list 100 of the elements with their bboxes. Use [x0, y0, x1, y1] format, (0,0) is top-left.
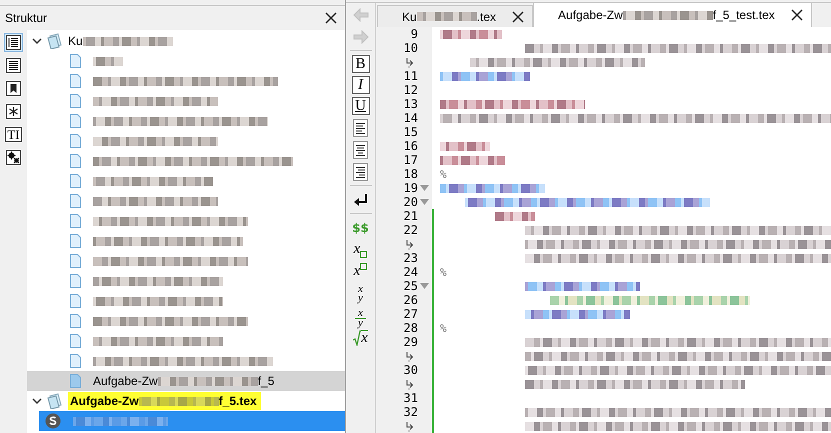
- documents-icon: [46, 33, 64, 49]
- align-right-icon[interactable]: [353, 162, 368, 180]
- bold-button[interactable]: B: [352, 55, 370, 73]
- outline-icon: [6, 35, 21, 50]
- pixelated-text: [93, 56, 123, 66]
- document-icon: [70, 214, 81, 228]
- superscript-button[interactable]: x: [352, 262, 370, 281]
- align-left-icon[interactable]: [353, 118, 368, 136]
- pixelated-text: [416, 12, 477, 21]
- pixelated-text: [495, 212, 535, 220]
- comment-text: %: [440, 266, 447, 278]
- close-icon[interactable]: [512, 10, 524, 22]
- fold-arrow-icon[interactable]: [420, 283, 429, 289]
- section-icon: [45, 413, 61, 429]
- line-number: 15: [404, 125, 418, 139]
- document-icon: [70, 274, 81, 288]
- project-label[interactable]: Ku: [68, 34, 173, 48]
- panel-title: Struktur: [5, 11, 48, 25]
- item-label: Aufgabe-Zw: [70, 394, 139, 408]
- line-number: 19: [404, 181, 418, 195]
- file-tab[interactable]: Ku .tex: [377, 5, 534, 27]
- line-number: 23: [404, 251, 418, 265]
- line-number: 13: [404, 97, 418, 111]
- document-icon: [70, 354, 81, 368]
- close-icon[interactable]: [790, 9, 803, 21]
- line-number: 24: [404, 265, 418, 279]
- line-number: 26: [404, 293, 418, 307]
- comment-text: %: [440, 168, 447, 180]
- structure-view-button[interactable]: [4, 148, 23, 167]
- line-number: 21: [404, 209, 418, 223]
- square-icon: [360, 263, 368, 270]
- tree-item[interactable]: Aufgabe-Zw f_5: [27, 371, 345, 391]
- line-number: 29: [404, 335, 418, 349]
- stars-icon: [6, 150, 21, 165]
- line-number: 27: [404, 307, 418, 321]
- line-number: 30: [404, 363, 418, 377]
- document-icon: [70, 374, 81, 388]
- document-icon: [70, 74, 81, 88]
- return-arrow-icon[interactable]: [352, 192, 368, 206]
- chevron-down-icon[interactable]: [32, 36, 42, 46]
- line-number: 9: [410, 27, 418, 41]
- line-number: 22: [404, 223, 418, 237]
- document-icon: [70, 334, 81, 348]
- item-label: f_5.tex: [218, 394, 257, 408]
- file-tab[interactable]: Aufgabe-Zw f_5_test.tex: [533, 2, 812, 27]
- line-number: 20: [404, 195, 418, 209]
- tab-label: .tex: [476, 10, 496, 24]
- item-label: Aufgabe-Zw: [93, 374, 158, 388]
- italic-button[interactable]: I: [352, 76, 370, 94]
- line-number: 17: [404, 153, 418, 167]
- document-icon: [70, 174, 81, 188]
- align-center-icon[interactable]: [353, 140, 368, 158]
- structure-view-button[interactable]: [4, 79, 23, 98]
- bookmark-icon: [6, 81, 21, 96]
- item-label: Ku: [68, 34, 83, 48]
- document-icon: [70, 234, 81, 248]
- pixelated-text: [440, 142, 490, 150]
- subscript-button[interactable]: x: [352, 240, 370, 259]
- pixelated-text: [440, 156, 505, 164]
- document-icon: [70, 314, 81, 328]
- line-number: 12: [404, 83, 418, 97]
- fold-arrow-icon[interactable]: [420, 199, 429, 205]
- fold-arrow-icon[interactable]: [420, 185, 429, 191]
- lines-icon: [6, 58, 21, 73]
- close-icon[interactable]: [325, 12, 337, 24]
- asterisk-icon: [6, 104, 21, 119]
- line-number: 18: [404, 167, 418, 181]
- line-number: 16: [404, 139, 418, 153]
- line-number: 14: [404, 111, 418, 125]
- document-icon: [70, 254, 81, 268]
- documents-icon: [46, 393, 64, 409]
- structure-view-button[interactable]: [4, 56, 23, 75]
- document-icon: [70, 294, 81, 308]
- document-icon: [70, 114, 81, 128]
- square-icon: [360, 251, 368, 258]
- structure-view-button[interactable]: [4, 33, 23, 52]
- line-number: 11: [404, 69, 418, 83]
- square-root-button[interactable]: x: [352, 328, 370, 347]
- line-number: 10: [404, 41, 418, 55]
- item-label: f_5: [258, 374, 274, 388]
- tree-item[interactable]: [39, 411, 345, 431]
- document-icon: [70, 154, 81, 168]
- underline-button[interactable]: U: [352, 97, 370, 115]
- document-icon: [70, 94, 81, 108]
- chevron-down-icon[interactable]: [32, 396, 42, 406]
- fraction-button[interactable]: x y: [352, 284, 370, 303]
- line-number: 25: [404, 279, 418, 293]
- tab-label: f_5_test.tex: [712, 8, 775, 22]
- tab-label: Ku: [402, 10, 417, 24]
- line-number: 28: [404, 321, 418, 335]
- root-sign-icon: [353, 330, 362, 346]
- line-number: 32: [404, 405, 418, 419]
- document-icon: [70, 54, 81, 68]
- document-icon: [70, 194, 81, 208]
- comment-text: %: [440, 322, 447, 334]
- document-icon: [70, 134, 81, 148]
- tab-label: Aufgabe-Zw: [558, 8, 623, 22]
- structure-view-button[interactable]: [4, 102, 23, 121]
- project-label[interactable]: Aufgabe-Zw f_5.tex: [68, 392, 261, 410]
- pixelated-text: [440, 30, 502, 38]
